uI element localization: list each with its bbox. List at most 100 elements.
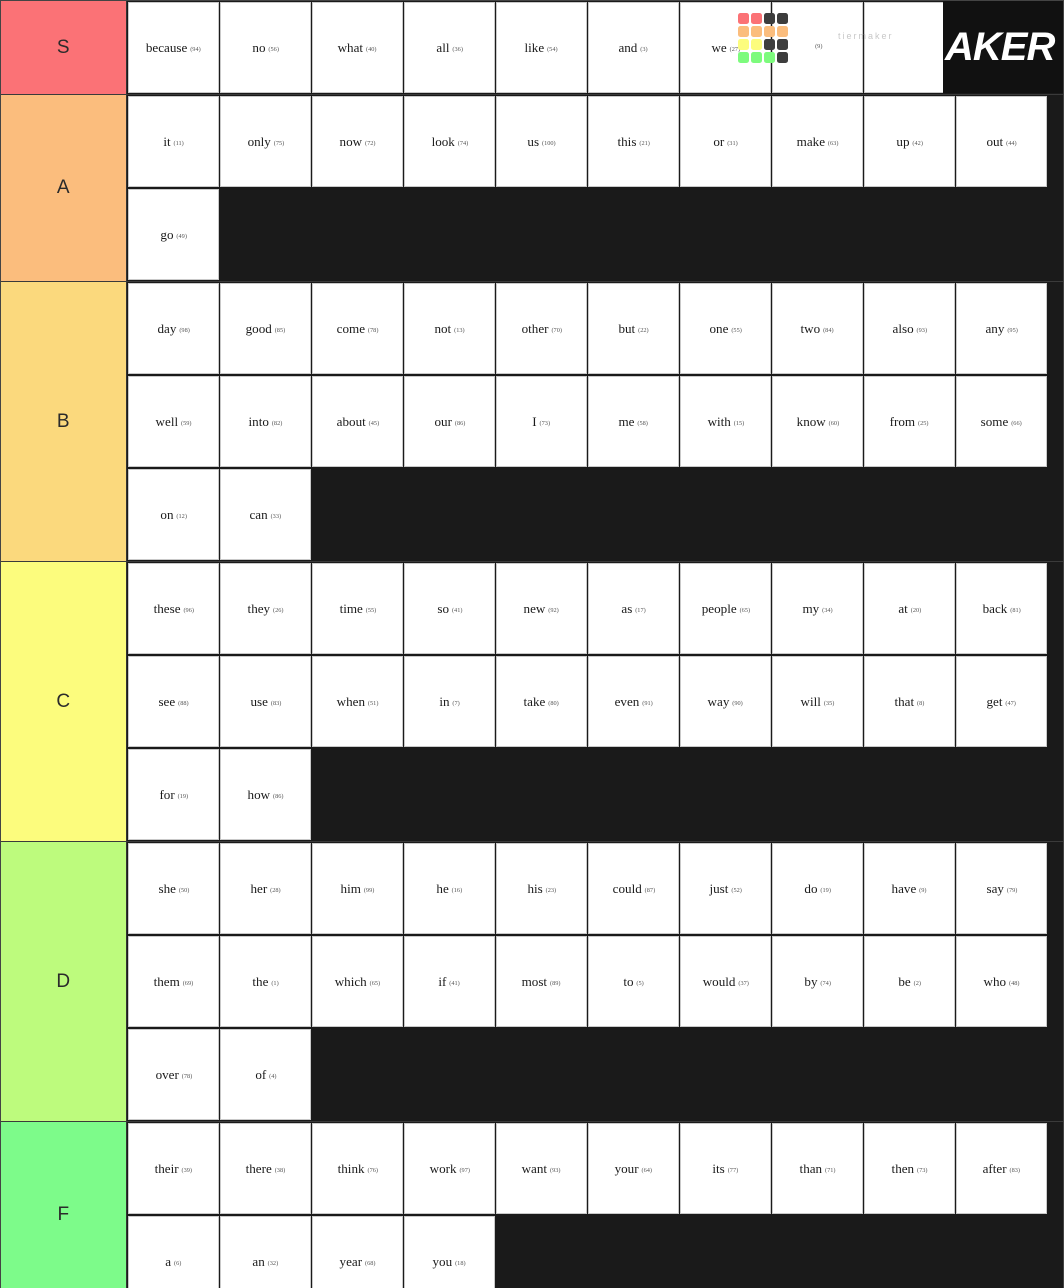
word-card[interactable]: be (2): [864, 936, 955, 1027]
word-card[interactable]: like (54): [496, 2, 587, 93]
word-card[interactable]: who (48): [956, 936, 1047, 1027]
word-card[interactable]: to (5): [588, 936, 679, 1027]
tier-label-b[interactable]: B: [1, 282, 127, 561]
word-card[interactable]: up (42): [864, 96, 955, 187]
word-card[interactable]: could (87): [588, 843, 679, 934]
word-card[interactable]: have (9): [864, 843, 955, 934]
word-card[interactable]: because (94): [128, 2, 219, 93]
word-card[interactable]: then (73): [864, 1123, 955, 1214]
word-card[interactable]: it (11): [128, 96, 219, 187]
word-card[interactable]: but (22): [588, 283, 679, 374]
word-card[interactable]: some (66): [956, 376, 1047, 467]
word-card[interactable]: or (31): [680, 96, 771, 187]
word-card[interactable]: how (86): [220, 749, 311, 840]
word-card[interactable]: about (45): [312, 376, 403, 467]
word-card[interactable]: at (20): [864, 563, 955, 654]
word-card[interactable]: now (72): [312, 96, 403, 187]
word-card[interactable]: well (59): [128, 376, 219, 467]
word-card[interactable]: most (89): [496, 936, 587, 1027]
word-card[interactable]: from (25): [864, 376, 955, 467]
word-card[interactable]: and (3): [588, 2, 679, 93]
word-card[interactable]: into (82): [220, 376, 311, 467]
word-card[interactable]: use (83): [220, 656, 311, 747]
word-card[interactable]: these (96): [128, 563, 219, 654]
word-card[interactable]: go (49): [128, 189, 219, 280]
word-card[interactable]: him (99): [312, 843, 403, 934]
word-card[interactable]: get (47): [956, 656, 1047, 747]
word-card[interactable]: when (51): [312, 656, 403, 747]
tier-label-f[interactable]: F: [1, 1122, 127, 1288]
word-card[interactable]: on (12): [128, 469, 219, 560]
word-card[interactable]: he (16): [404, 843, 495, 934]
tier-label-d[interactable]: D: [1, 842, 127, 1121]
word-card[interactable]: the (1): [220, 936, 311, 1027]
word-card[interactable]: just (52): [680, 843, 771, 934]
word-card[interactable]: she (50): [128, 843, 219, 934]
word-card[interactable]: their (39): [128, 1123, 219, 1214]
word-card[interactable]: me (58): [588, 376, 679, 467]
word-card[interactable]: an (32): [220, 1216, 311, 1288]
word-card[interactable]: would (37): [680, 936, 771, 1027]
word-card[interactable]: also (93): [864, 283, 955, 374]
word-card[interactable]: other (70): [496, 283, 587, 374]
tier-content-b[interactable]: day (98) good (85) come (78) not (13) other (70) b…: [127, 282, 1063, 561]
word-card[interactable]: (9): [772, 2, 863, 93]
word-card[interactable]: by (74): [772, 936, 863, 1027]
word-card[interactable]: say (79): [956, 843, 1047, 934]
word-card[interactable]: know (60): [772, 376, 863, 467]
word-card[interactable]: even (91): [588, 656, 679, 747]
word-card[interactable]: can (33): [220, 469, 311, 560]
word-card[interactable]: them (69): [128, 936, 219, 1027]
word-card[interactable]: us (100): [496, 96, 587, 187]
word-card[interactable]: think (76): [312, 1123, 403, 1214]
tier-content-f[interactable]: their (39) there (38) think (76) work (97) want(…: [127, 1122, 1063, 1288]
tier-content-d[interactable]: she (50) her (28) him (99) he (16) his (23) could(…: [127, 842, 1063, 1121]
word-card[interactable]: all (36): [404, 2, 495, 93]
word-card[interactable]: your (64): [588, 1123, 679, 1214]
word-card[interactable]: over (78): [128, 1029, 219, 1120]
word-card[interactable]: any (95): [956, 283, 1047, 374]
word-card[interactable]: what (40): [312, 2, 403, 93]
word-card[interactable]: day (98): [128, 283, 219, 374]
word-card[interactable]: its (77): [680, 1123, 771, 1214]
word-card[interactable]: they (26): [220, 563, 311, 654]
word-card[interactable]: we (27): [680, 2, 771, 93]
word-card[interactable]: my (34): [772, 563, 863, 654]
tier-label-c[interactable]: C: [1, 562, 127, 841]
word-card[interactable]: if (41): [404, 936, 495, 1027]
word-card[interactable]: time (55): [312, 563, 403, 654]
word-card[interactable]: after (83): [956, 1123, 1047, 1214]
word-card[interactable]: year (68): [312, 1216, 403, 1288]
word-card[interactable]: look (74): [404, 96, 495, 187]
tier-content-s[interactable]: because (94) no (56) what (40) all (36) like (54)…: [127, 1, 1063, 94]
word-card[interactable]: one (55): [680, 283, 771, 374]
word-card[interactable]: not (13): [404, 283, 495, 374]
word-card[interactable]: way (90): [680, 656, 771, 747]
word-card[interactable]: her (28): [220, 843, 311, 934]
word-card[interactable]: which (65): [312, 936, 403, 1027]
word-card[interactable]: people (65): [680, 563, 771, 654]
word-card[interactable]: back (81): [956, 563, 1047, 654]
word-card[interactable]: [864, 2, 955, 93]
word-card[interactable]: good (85): [220, 283, 311, 374]
word-card[interactable]: a (6): [128, 1216, 219, 1288]
word-card[interactable]: our (86): [404, 376, 495, 467]
word-card[interactable]: work (97): [404, 1123, 495, 1214]
word-card[interactable]: there (38): [220, 1123, 311, 1214]
word-card[interactable]: take (80): [496, 656, 587, 747]
tier-content-c[interactable]: these (96) they (26) time (55) so (41) new (92) as…: [127, 562, 1063, 841]
word-card[interactable]: want (93): [496, 1123, 587, 1214]
word-card[interactable]: in (7): [404, 656, 495, 747]
word-card[interactable]: his (23): [496, 843, 587, 934]
word-card[interactable]: out (44): [956, 96, 1047, 187]
word-card[interactable]: will (35): [772, 656, 863, 747]
word-card[interactable]: for (19): [128, 749, 219, 840]
word-card[interactable]: only (75): [220, 96, 311, 187]
word-card[interactable]: come (78): [312, 283, 403, 374]
word-card[interactable]: of (4): [220, 1029, 311, 1120]
word-card[interactable]: with (15): [680, 376, 771, 467]
word-card[interactable]: as (17): [588, 563, 679, 654]
word-card[interactable]: do (19): [772, 843, 863, 934]
word-card[interactable]: you (18): [404, 1216, 495, 1288]
word-card[interactable]: see (88): [128, 656, 219, 747]
